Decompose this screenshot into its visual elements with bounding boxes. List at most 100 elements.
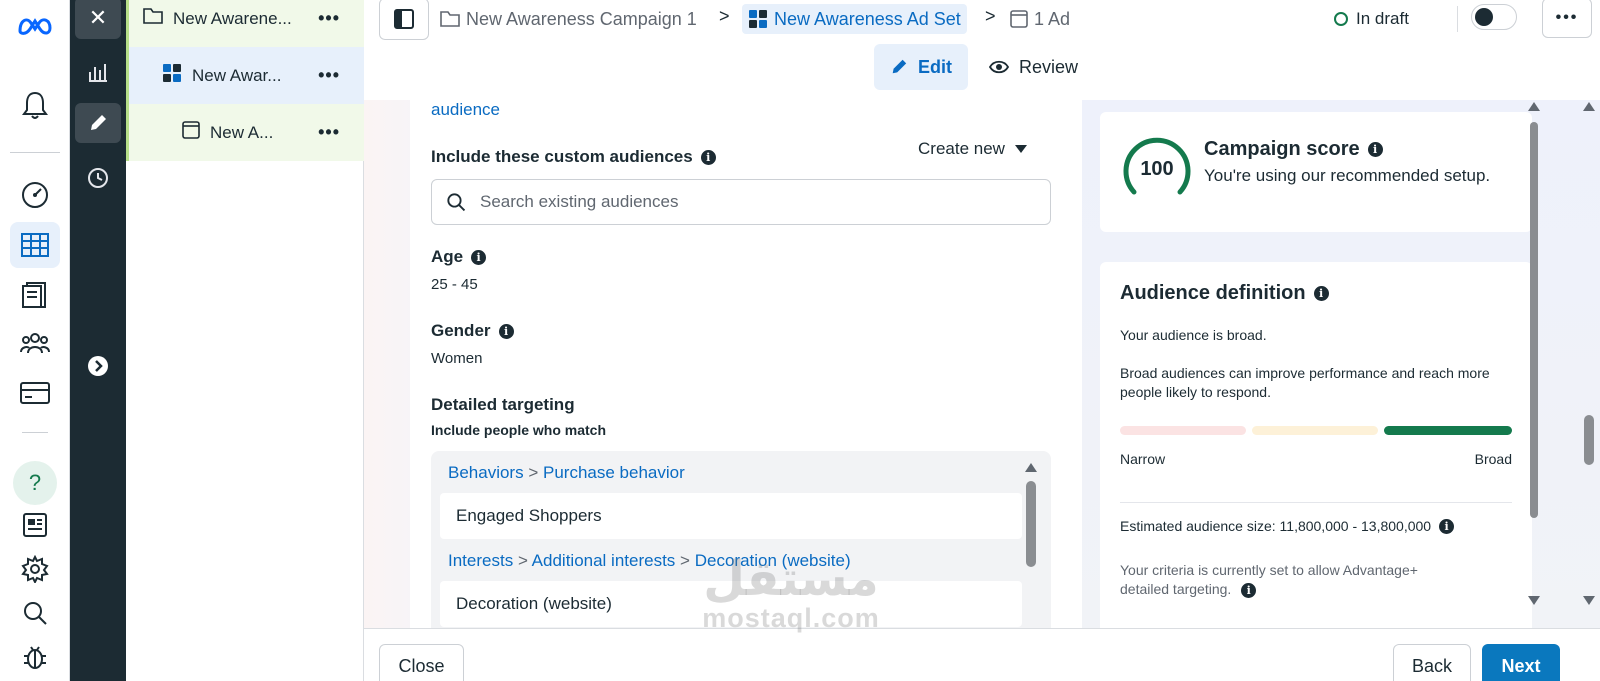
- help-glyph: ?: [28, 470, 42, 495]
- breadcrumb-ad[interactable]: 1 Ad: [1010, 4, 1070, 34]
- editor-toolbar: ✕: [70, 0, 126, 681]
- sidebar-panel-icon: [394, 9, 414, 29]
- settings-icon[interactable]: [10, 546, 60, 592]
- history-icon[interactable]: [75, 158, 121, 198]
- ad-frame-icon: [182, 121, 200, 144]
- summary-panel: 100 Campaign score i You're using our re…: [1082, 100, 1600, 628]
- info-icon[interactable]: i: [1367, 142, 1383, 157]
- breadcrumb-campaign-label: New Awareness Campaign 1: [466, 8, 697, 29]
- pages-icon[interactable]: [10, 272, 60, 318]
- status-label: In draft: [1356, 9, 1409, 28]
- info-icon[interactable]: i: [1439, 519, 1455, 534]
- tree-node-campaign[interactable]: New Awarene... •••: [126, 0, 364, 47]
- info-icon[interactable]: i: [498, 323, 514, 339]
- expand-chevron-icon[interactable]: [75, 346, 121, 386]
- path-segment: Behaviors: [448, 463, 524, 482]
- campaign-more-icon[interactable]: •••: [318, 8, 340, 29]
- close-glyph: ✕: [88, 5, 108, 30]
- targeting-path[interactable]: Behaviors > Purchase behavior: [448, 463, 685, 483]
- campaign-score-title-text: Campaign score: [1204, 138, 1360, 160]
- path-segment: Interests: [448, 551, 514, 570]
- audience-description: Broad audiences can improve performance …: [1120, 365, 1490, 400]
- info-icon[interactable]: i: [1241, 583, 1257, 598]
- rail-divider: [10, 152, 60, 153]
- reporting-icon[interactable]: [75, 52, 121, 92]
- page-scrollbar[interactable]: [1578, 100, 1600, 610]
- search-icon[interactable]: [10, 590, 60, 636]
- scroll-down-arrow-icon[interactable]: [1528, 596, 1540, 605]
- audience-icon[interactable]: [10, 320, 60, 366]
- path-separator: >: [528, 463, 539, 482]
- billing-icon[interactable]: [10, 370, 60, 416]
- campaign-tree: New Awarene... ••• New Awar... ••• New A…: [126, 0, 364, 681]
- breadcrumb-adset-label: New Awareness Ad Set: [774, 8, 961, 29]
- close-button[interactable]: Close: [379, 644, 464, 681]
- summary-scrollbar[interactable]: [1526, 100, 1544, 610]
- pencil-icon[interactable]: [75, 103, 121, 143]
- meta-logo-icon[interactable]: [10, 2, 60, 48]
- news-icon[interactable]: [10, 502, 60, 548]
- estimated-audience-size-text: Estimated audience size: 11,800,000 - 13…: [1120, 518, 1432, 534]
- close-icon[interactable]: ✕: [75, 0, 121, 39]
- campaign-score-card: 100 Campaign score i You're using our re…: [1100, 112, 1532, 232]
- adset-grid-icon: [749, 10, 767, 28]
- adset-grid-icon: [162, 63, 182, 88]
- tree-node-campaign-label: New Awarene...: [173, 8, 292, 28]
- help-icon[interactable]: ?: [13, 461, 57, 505]
- breadcrumb-campaign[interactable]: New Awareness Campaign 1: [440, 4, 697, 34]
- gender-value[interactable]: Women: [431, 350, 482, 367]
- scroll-up-arrow-icon[interactable]: [1583, 102, 1595, 111]
- info-icon[interactable]: i: [471, 249, 487, 265]
- scroll-up-arrow-icon[interactable]: [1025, 463, 1037, 472]
- scroll-up-arrow-icon[interactable]: [1528, 102, 1540, 111]
- tree-node-ad[interactable]: New A... •••: [126, 104, 364, 161]
- info-icon[interactable]: i: [1313, 286, 1329, 301]
- search-placeholder: Search existing audiences: [480, 192, 679, 211]
- detailed-targeting-sub: Include people who match: [431, 422, 607, 438]
- bug-icon[interactable]: [10, 634, 60, 680]
- audience-search-input[interactable]: Search existing audiences: [431, 179, 1051, 225]
- tab-review[interactable]: Review: [989, 44, 1078, 90]
- adset-more-icon[interactable]: •••: [318, 65, 340, 86]
- publish-toggle[interactable]: [1471, 4, 1517, 30]
- toggle-sidebar-button[interactable]: [379, 0, 429, 40]
- watermark-arabic: مستقل: [703, 551, 879, 607]
- age-value[interactable]: 25 - 45: [431, 276, 478, 293]
- tree-node-ad-label: New A...: [210, 122, 274, 142]
- watermark: مستقل mostaql.com: [696, 555, 886, 634]
- editor-content: audience Include these custom audiences …: [364, 100, 1600, 628]
- next-button[interactable]: Next: [1482, 644, 1560, 681]
- tab-edit-label: Edit: [918, 56, 952, 77]
- pencil-icon: [892, 59, 907, 74]
- breadcrumb-chevron-icon: >: [985, 6, 996, 26]
- gender-label-text: Gender: [431, 321, 491, 340]
- audience-link[interactable]: audience: [431, 100, 500, 120]
- scroll-thumb[interactable]: [1530, 122, 1538, 518]
- back-button[interactable]: Back: [1393, 644, 1471, 681]
- meter-mid-segment: [1252, 426, 1378, 435]
- path-separator: >: [680, 551, 690, 570]
- create-new-dropdown[interactable]: Create new: [918, 139, 1027, 159]
- back-button-label: Back: [1411, 655, 1453, 676]
- ad-more-icon[interactable]: •••: [318, 122, 340, 143]
- scroll-thumb[interactable]: [1584, 415, 1594, 465]
- breadcrumb-chevron-icon: >: [719, 6, 730, 26]
- age-label-text: Age: [431, 247, 464, 266]
- tab-edit[interactable]: Edit: [874, 44, 968, 90]
- targeting-item[interactable]: Engaged Shoppers: [440, 493, 1022, 539]
- score-gauge: 100: [1122, 134, 1192, 204]
- estimated-audience-size: Estimated audience size: 11,800,000 - 13…: [1120, 517, 1520, 536]
- more-options-button[interactable]: •••: [1542, 0, 1592, 38]
- bell-icon[interactable]: [10, 82, 60, 128]
- speedometer-icon[interactable]: [10, 172, 60, 218]
- tree-node-adset[interactable]: New Awar... •••: [126, 47, 364, 104]
- scroll-down-arrow-icon[interactable]: [1583, 596, 1595, 605]
- folder-icon: [440, 11, 460, 27]
- table-icon[interactable]: [10, 222, 60, 268]
- custom-audiences-text: Include these custom audiences: [431, 147, 693, 166]
- scroll-thumb[interactable]: [1026, 481, 1036, 567]
- info-icon[interactable]: i: [700, 149, 716, 165]
- audience-definition-card: Audience definition i Your audience is b…: [1100, 262, 1532, 628]
- breadcrumb-adset[interactable]: New Awareness Ad Set: [742, 4, 967, 34]
- targeting-scrollbar[interactable]: [1026, 481, 1036, 571]
